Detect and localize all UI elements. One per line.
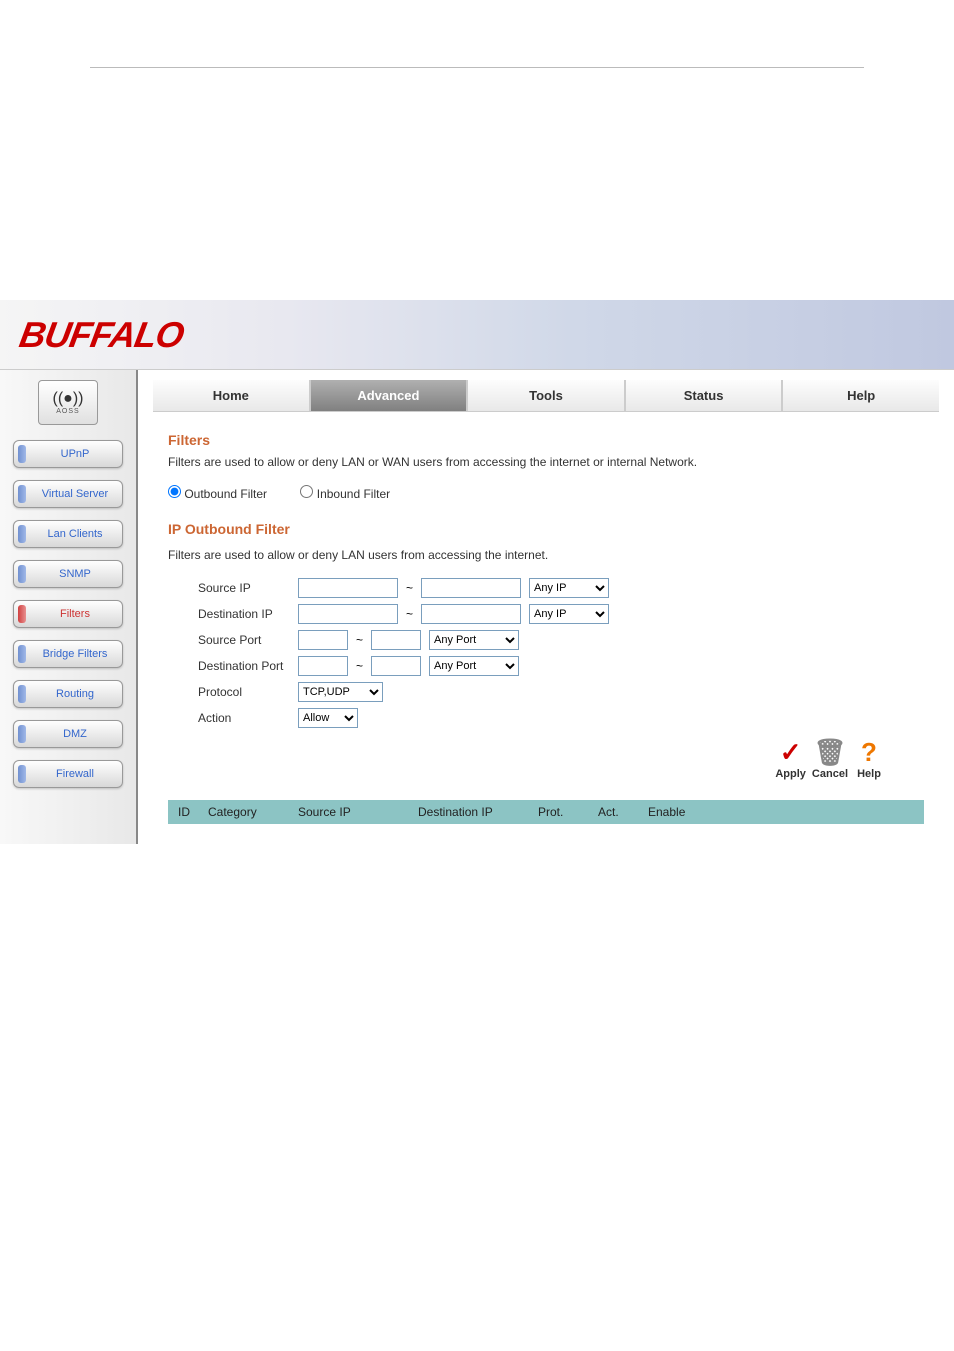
cancel-label: Cancel xyxy=(812,768,848,780)
action-icons-row: ✓ Apply 🗑 Cancel ? Help xyxy=(168,738,884,780)
radio-inbound-label[interactable]: Inbound Filter xyxy=(300,487,390,501)
main-container: ((●)) AOSS UPnP Virtual Server Lan Clien… xyxy=(0,370,954,844)
tab-home[interactable]: Home xyxy=(153,380,311,411)
label-dest-ip: Destination IP xyxy=(198,607,298,621)
input-source-port-from[interactable] xyxy=(298,630,348,650)
input-source-port-to[interactable] xyxy=(371,630,421,650)
input-source-ip-from[interactable] xyxy=(298,578,398,598)
tab-bar: Home Advanced Tools Status Help xyxy=(153,380,939,412)
input-dest-port-from[interactable] xyxy=(298,656,348,676)
sidebar-item-upnp[interactable]: UPnP xyxy=(13,440,123,468)
sidebar-item-lan-clients[interactable]: Lan Clients xyxy=(13,520,123,548)
cancel-button[interactable]: 🗑 Cancel xyxy=(812,738,848,780)
select-protocol[interactable]: TCP,UDP xyxy=(298,682,383,702)
radio-outbound[interactable] xyxy=(168,485,181,498)
row-dest-ip: Destination IP ~ Any IP xyxy=(168,604,924,624)
label-source-ip: Source IP xyxy=(198,581,298,595)
content-inner: Filters Filters are used to allow or den… xyxy=(138,412,954,844)
aoss-button[interactable]: ((●)) AOSS xyxy=(38,380,98,425)
filter-table-header: ID Category Source IP Destination IP Pro… xyxy=(168,800,924,824)
select-action[interactable]: Allow xyxy=(298,708,358,728)
sidebar-item-dmz[interactable]: DMZ xyxy=(13,720,123,748)
apply-label: Apply xyxy=(775,768,806,780)
input-source-ip-to[interactable] xyxy=(421,578,521,598)
sidebar: ((●)) AOSS UPnP Virtual Server Lan Clien… xyxy=(0,370,138,844)
sidebar-item-firewall[interactable]: Firewall xyxy=(13,760,123,788)
tilde-4: ~ xyxy=(356,659,363,673)
tab-help[interactable]: Help xyxy=(783,380,939,411)
radio-outbound-text: Outbound Filter xyxy=(184,487,267,501)
th-act: Act. xyxy=(598,805,648,819)
header-banner: BUFFALO xyxy=(0,300,954,370)
select-dest-ip-mode[interactable]: Any IP xyxy=(529,604,609,624)
sidebar-item-snmp[interactable]: SNMP xyxy=(13,560,123,588)
aoss-label: AOSS xyxy=(56,408,79,415)
tab-tools[interactable]: Tools xyxy=(468,380,626,411)
sidebar-item-routing[interactable]: Routing xyxy=(13,680,123,708)
filters-title: Filters xyxy=(168,432,924,448)
label-source-port: Source Port xyxy=(198,633,298,647)
sidebar-item-virtual-server[interactable]: Virtual Server xyxy=(13,480,123,508)
outbound-title: IP Outbound Filter xyxy=(168,521,924,537)
radio-outbound-label[interactable]: Outbound Filter xyxy=(168,487,270,501)
checkmark-icon: ✓ xyxy=(776,738,806,768)
th-dest-ip: Destination IP xyxy=(418,805,538,819)
th-id: ID xyxy=(178,805,208,819)
input-dest-ip-to[interactable] xyxy=(421,604,521,624)
th-source-ip: Source IP xyxy=(298,805,418,819)
label-dest-port: Destination Port xyxy=(198,659,298,673)
row-action: Action Allow xyxy=(168,708,924,728)
outbound-desc: Filters are used to allow or deny LAN us… xyxy=(168,547,924,564)
trash-icon: 🗑 xyxy=(815,738,845,768)
select-source-ip-mode[interactable]: Any IP xyxy=(529,578,609,598)
input-dest-ip-from[interactable] xyxy=(298,604,398,624)
th-category: Category xyxy=(208,805,298,819)
sidebar-item-bridge-filters[interactable]: Bridge Filters xyxy=(13,640,123,668)
label-action: Action xyxy=(198,711,298,725)
radio-inbound-text: Inbound Filter xyxy=(317,487,390,501)
sidebar-item-filters[interactable]: Filters xyxy=(13,600,123,628)
help-button[interactable]: ? Help xyxy=(854,738,884,780)
question-icon: ? xyxy=(854,738,884,768)
row-source-port: Source Port ~ Any Port xyxy=(168,630,924,650)
tab-advanced[interactable]: Advanced xyxy=(311,380,469,411)
tilde-2: ~ xyxy=(406,607,413,621)
brand-logo: BUFFALO xyxy=(16,314,186,356)
tilde-1: ~ xyxy=(406,581,413,595)
row-source-ip: Source IP ~ Any IP xyxy=(168,578,924,598)
input-dest-port-to[interactable] xyxy=(371,656,421,676)
apply-button[interactable]: ✓ Apply xyxy=(775,738,806,780)
row-protocol: Protocol TCP,UDP xyxy=(168,682,924,702)
filter-direction-radios: Outbound Filter Inbound Filter xyxy=(168,485,924,501)
help-label: Help xyxy=(857,768,881,780)
label-protocol: Protocol xyxy=(198,685,298,699)
filters-desc: Filters are used to allow or deny LAN or… xyxy=(168,454,924,471)
tilde-3: ~ xyxy=(356,633,363,647)
content-area: Home Advanced Tools Status Help Filters … xyxy=(138,370,954,844)
row-dest-port: Destination Port ~ Any Port xyxy=(168,656,924,676)
radio-inbound[interactable] xyxy=(300,485,313,498)
th-enable: Enable xyxy=(648,805,708,819)
aoss-icon: ((●)) xyxy=(53,390,84,408)
select-dest-port-mode[interactable]: Any Port xyxy=(429,656,519,676)
th-prot: Prot. xyxy=(538,805,598,819)
select-source-port-mode[interactable]: Any Port xyxy=(429,630,519,650)
tab-status[interactable]: Status xyxy=(626,380,784,411)
